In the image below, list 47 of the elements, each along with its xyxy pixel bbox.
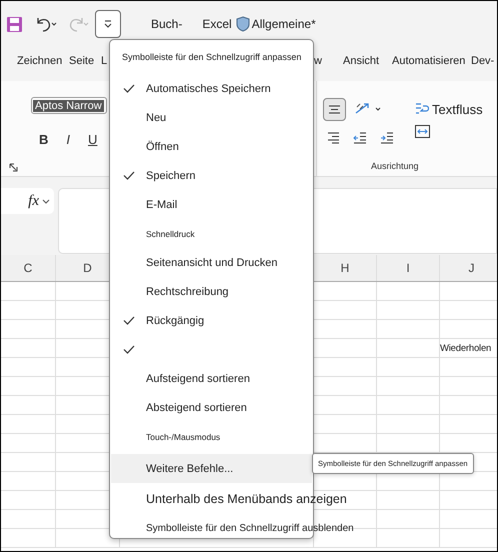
format-button[interactable]: U (88, 132, 98, 147)
menu-item[interactable]: Touch-/Mausmodus (111, 422, 312, 451)
menu-title: Symbolleiste für den Schnellzugriff anpassen (122, 52, 302, 62)
menu-item[interactable]: Rückgängig (111, 306, 312, 335)
save-icon[interactable] (6, 16, 23, 32)
shield-icon (236, 16, 250, 32)
decrease-indent-icon[interactable] (353, 132, 367, 144)
menu-item[interactable]: Unterhalb des Menübands anzeigen (111, 483, 351, 514)
dialog-launcher-icon[interactable] (9, 163, 18, 172)
font-field[interactable]: Aptos Narrow (31, 97, 107, 114)
ribbon-tab[interactable]: Dev- (471, 55, 497, 67)
align-center-icon (328, 104, 341, 114)
column-header[interactable]: C (1, 255, 56, 281)
sensitivity-label[interactable]: Allgemeine* (252, 17, 316, 31)
document-title: Buch- (151, 17, 182, 31)
insert-function-button[interactable]: fx (1, 188, 54, 214)
format-button[interactable]: B (39, 132, 48, 147)
undo-button[interactable] (35, 16, 57, 32)
group-label: Ausrichtung (371, 161, 419, 171)
ribbon-tab[interactable]: Automatisieren (392, 55, 471, 67)
column-header[interactable]: I (377, 255, 440, 281)
menu-item[interactable]: E-Mail (111, 190, 312, 219)
column-header[interactable]: J (440, 255, 497, 281)
format-button[interactable]: I (66, 132, 70, 147)
increase-indent-icon[interactable] (380, 132, 394, 144)
merge-cells-icon[interactable] (415, 125, 430, 138)
customize-quick-access-button[interactable] (95, 10, 121, 38)
ribbon-tab[interactable]: Ansicht (343, 55, 392, 67)
ribbon-tab[interactable]: Seite (69, 55, 101, 67)
align-center-button[interactable] (323, 98, 346, 120)
caret-icon (103, 20, 113, 28)
menu-item[interactable]: Absteigend sortieren (111, 393, 312, 422)
menu-item[interactable]: Symbolleiste für den Schnellzugriff ausblenden (111, 514, 358, 542)
menu-item[interactable]: Speichern (111, 161, 312, 190)
menu-item[interactable]: Neu (111, 103, 312, 132)
menu-item[interactable]: Aufsteigend sortieren (111, 364, 312, 393)
menu-item[interactable]: Automatisches Speichern (111, 74, 312, 103)
ribbon-tab[interactable]: Zeichnen (17, 55, 69, 67)
align-right-icon[interactable] (327, 132, 340, 144)
menu-item[interactable]: Weitere Befehle... (111, 454, 312, 483)
menu-item[interactable]: Öffnen (111, 132, 312, 161)
caret-icon (42, 198, 50, 204)
wrap-text-button[interactable]: Textfluss (415, 93, 483, 125)
menu-item[interactable]: Schnelldruck (111, 219, 312, 248)
cell-text: Wiederholen (440, 343, 492, 354)
app-name: Excel (202, 17, 232, 31)
ribbon-tab[interactable]: w (314, 55, 343, 67)
